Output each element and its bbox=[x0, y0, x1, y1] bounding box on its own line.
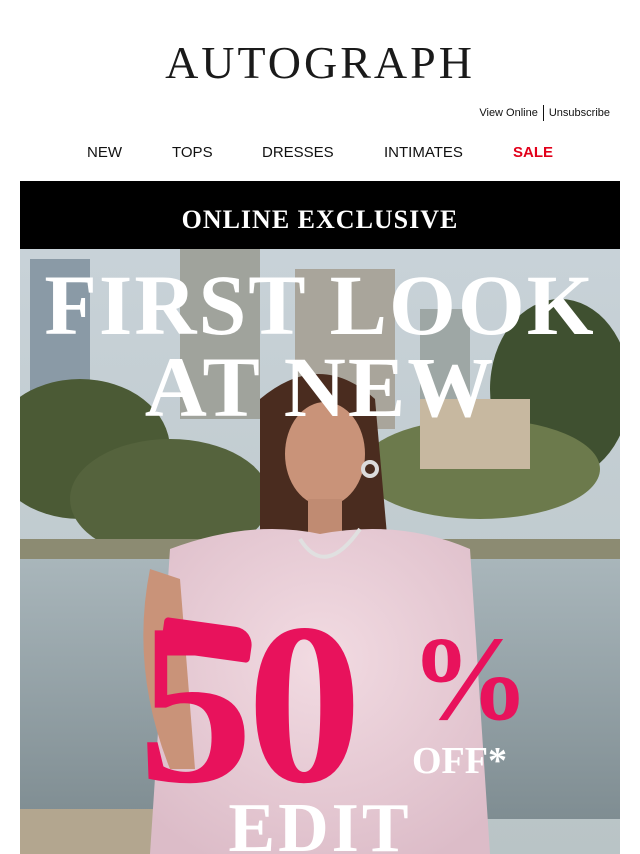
nav-item-new[interactable]: NEW bbox=[87, 144, 122, 161]
view-online-link[interactable]: View Online bbox=[479, 107, 538, 119]
hero-headline-line2: AT NEW bbox=[144, 339, 496, 435]
edit-label: EDIT bbox=[228, 790, 412, 854]
percent-sign: % bbox=[410, 612, 530, 745]
nav-item-dresses[interactable]: DRESSES bbox=[262, 144, 334, 161]
nav-item-sale[interactable]: SALE bbox=[513, 144, 553, 161]
hero-banner[interactable]: FIRST LOOK AT NEW UPTO 50 % OFF* EDIT bbox=[20, 249, 620, 854]
unsubscribe-link[interactable]: Unsubscribe bbox=[549, 107, 610, 119]
brand-logo[interactable]: AUTOGRAPH bbox=[0, 36, 640, 89]
nav-item-intimates[interactable]: INTIMATES bbox=[384, 144, 463, 161]
off-label: OFF* bbox=[412, 740, 507, 782]
divider bbox=[542, 105, 544, 121]
utility-links: View Online Unsubscribe bbox=[479, 105, 610, 121]
discount-value: 50 bbox=[138, 576, 362, 831]
online-exclusive-banner[interactable]: ONLINE EXCLUSIVE bbox=[20, 181, 620, 249]
nav-item-tops[interactable]: TOPS bbox=[172, 144, 213, 161]
